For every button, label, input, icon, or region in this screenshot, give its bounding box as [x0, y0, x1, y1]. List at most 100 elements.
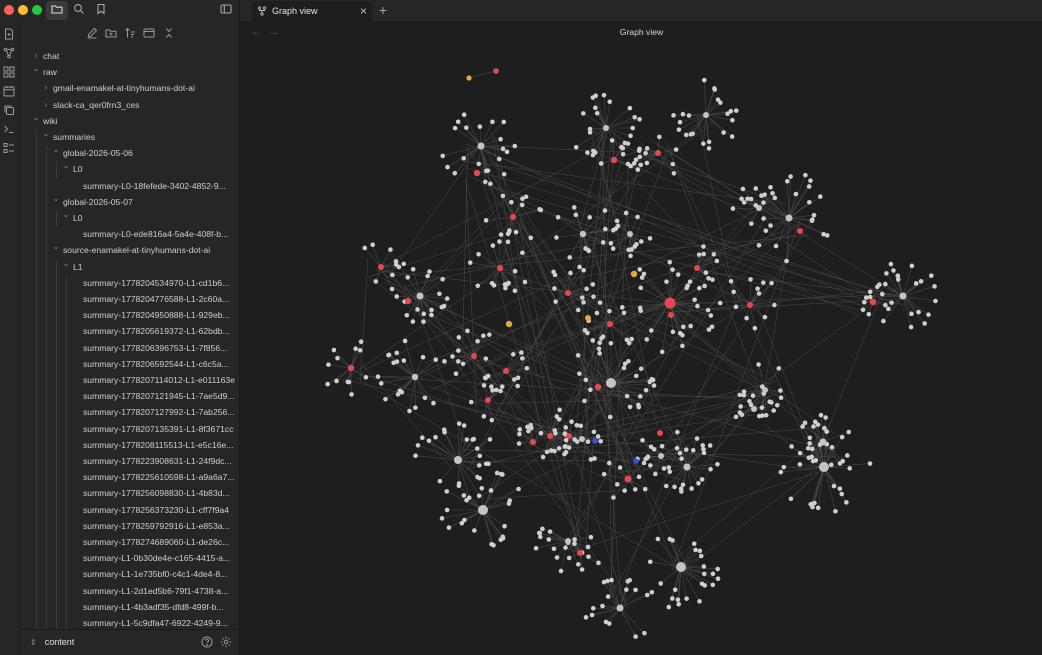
close-tab-button[interactable]: × — [360, 5, 367, 17]
graph-node[interactable] — [581, 267, 586, 273]
graph-node[interactable] — [710, 571, 716, 577]
new-folder-icon[interactable] — [105, 27, 117, 39]
graph-node[interactable] — [684, 596, 689, 601]
graph-node[interactable] — [630, 125, 636, 131]
graph-node[interactable] — [802, 420, 808, 426]
graph-node[interactable] — [774, 402, 780, 408]
graph-node[interactable] — [644, 160, 650, 166]
graph-node[interactable] — [407, 408, 412, 414]
graph-node[interactable] — [793, 191, 799, 197]
graph-node[interactable] — [410, 319, 416, 324]
graph-node[interactable] — [462, 517, 467, 523]
graph-node[interactable] — [672, 587, 678, 593]
graph-node[interactable] — [455, 119, 461, 125]
tree-file[interactable]: summary-1778204534970-L1-cd1b6... — [20, 275, 239, 291]
tree-folder[interactable]: ⌄ L1 — [20, 259, 239, 275]
graph-node[interactable] — [401, 261, 407, 267]
graph-node[interactable] — [481, 414, 487, 419]
tree-file[interactable]: summary-1778207135391-L1-8f3671cc — [20, 421, 239, 437]
graph-node[interactable] — [675, 429, 680, 435]
graph-node[interactable] — [597, 300, 603, 305]
graph-node[interactable] — [477, 124, 483, 129]
graph-node-red[interactable] — [657, 430, 663, 436]
graph-node[interactable] — [711, 251, 717, 257]
graph-node[interactable] — [638, 239, 644, 244]
graph-node[interactable] — [544, 449, 550, 455]
graph-node[interactable] — [680, 111, 686, 117]
graph-node[interactable] — [456, 483, 462, 489]
graph-node[interactable] — [474, 446, 480, 451]
graph-node[interactable] — [671, 171, 677, 176]
graph-node[interactable] — [490, 119, 495, 125]
graph-node-hub[interactable] — [454, 456, 462, 464]
graph-node[interactable] — [844, 453, 850, 458]
graph-node[interactable] — [621, 310, 627, 316]
graph-node[interactable] — [584, 286, 589, 292]
graph-node[interactable] — [501, 171, 507, 177]
graph-node[interactable] — [598, 438, 604, 444]
graph-node[interactable] — [516, 486, 521, 492]
graph-node[interactable] — [566, 555, 572, 561]
graph-node[interactable] — [497, 239, 502, 244]
graph-node[interactable] — [467, 260, 473, 265]
graph-node[interactable] — [607, 414, 613, 420]
graph-node[interactable] — [689, 486, 694, 491]
graph-node[interactable] — [731, 289, 736, 295]
graph-node[interactable] — [499, 384, 505, 389]
new-note-icon[interactable] — [86, 27, 98, 39]
graph-node[interactable] — [692, 297, 697, 303]
graph-node[interactable] — [575, 353, 581, 358]
graph-node[interactable] — [579, 295, 585, 300]
graph-node[interactable] — [394, 350, 400, 356]
toggle-sidebar-button[interactable] — [215, 1, 237, 20]
graph-node[interactable] — [655, 536, 661, 542]
graph-node[interactable] — [483, 356, 489, 361]
tree-file[interactable]: summary-1778204776588-L1-2c60a... — [20, 291, 239, 307]
graph-node[interactable] — [772, 195, 778, 201]
tree-folder[interactable]: ⌄ source-enamakel-at-tinyhumans-dot-ai — [20, 242, 239, 258]
graph-node[interactable] — [594, 310, 600, 316]
graph-node[interactable] — [701, 564, 707, 569]
graph-node[interactable] — [577, 264, 582, 270]
graph-node[interactable] — [847, 466, 853, 471]
graph-node[interactable] — [389, 286, 395, 292]
graph-node[interactable] — [693, 547, 698, 553]
graph-node[interactable] — [486, 461, 491, 467]
graph-node[interactable] — [881, 318, 886, 324]
graph-node[interactable] — [922, 321, 927, 326]
graph-node[interactable] — [641, 460, 647, 466]
graph-node[interactable] — [583, 615, 589, 620]
graph-node[interactable] — [628, 253, 633, 259]
new-tab-button[interactable]: + — [376, 3, 390, 17]
tree-file[interactable]: summary-1778207114012-L1-e011163e — [20, 372, 239, 388]
graph-node[interactable] — [433, 434, 438, 440]
copy-icon[interactable] — [3, 104, 15, 116]
graph-node[interactable] — [585, 439, 591, 445]
graph-node[interactable] — [640, 437, 645, 443]
graph-node[interactable] — [776, 366, 782, 371]
graph-node[interactable] — [632, 244, 638, 249]
graph-node[interactable] — [429, 307, 434, 313]
graph-node[interactable] — [737, 410, 743, 415]
new-note-icon[interactable] — [3, 28, 15, 40]
graph-node[interactable] — [450, 354, 455, 359]
graph-node[interactable] — [512, 268, 518, 274]
graph-node[interactable] — [659, 443, 665, 449]
graph-node[interactable] — [497, 156, 502, 162]
graph-node[interactable] — [763, 412, 769, 418]
graph-node[interactable] — [597, 340, 602, 346]
graph-node[interactable] — [498, 471, 504, 477]
graph-node[interactable] — [444, 296, 450, 301]
graph-node[interactable] — [334, 378, 339, 384]
graph-node[interactable] — [860, 307, 866, 313]
graph-node[interactable] — [628, 133, 633, 139]
graph-node[interactable] — [446, 525, 452, 530]
tree-file[interactable]: summary-L1-1e735bf0-c4c1-4de4-8... — [20, 566, 239, 582]
graph-node[interactable] — [520, 250, 525, 256]
graph-node[interactable] — [461, 112, 467, 117]
graph-node[interactable] — [710, 277, 715, 283]
graph-node[interactable] — [909, 263, 915, 269]
collapse-all-icon[interactable] — [143, 27, 155, 39]
graph-node[interactable] — [769, 280, 774, 286]
graph-node[interactable] — [483, 218, 489, 223]
